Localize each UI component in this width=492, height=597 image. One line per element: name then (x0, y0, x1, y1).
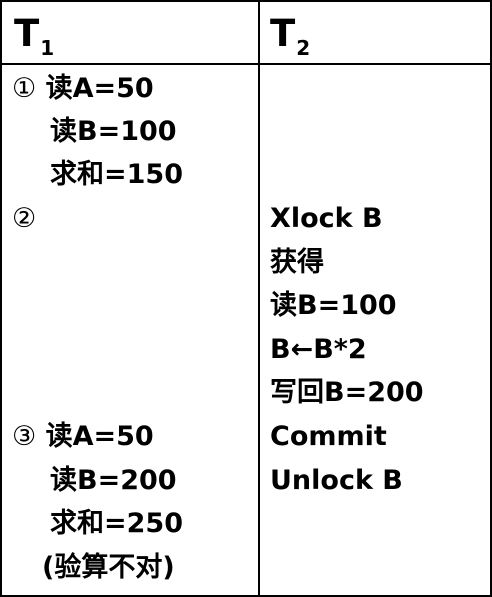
column-divider (258, 2, 260, 597)
header-t2-sub: 2 (296, 36, 311, 60)
t2-line7: Unlock B (270, 465, 403, 496)
header-t1: T1 (14, 10, 54, 58)
t1-step2-line1: ② (12, 200, 36, 238)
t2-line2: 获得 (270, 247, 324, 278)
t1-step3-line4: (验算不对) (42, 552, 175, 583)
t1-step1-line2: 读B=100 (50, 116, 177, 147)
step1-marker: ① (12, 73, 37, 104)
header-t1-sub: 1 (40, 36, 55, 60)
t1-step3-line2: 读B=200 (50, 465, 177, 496)
t1-step3-line1: ③ 读A=50 (12, 418, 154, 456)
header-t2: T2 (270, 10, 310, 58)
t2-line4: B←B*2 (270, 334, 367, 365)
step3-marker: ③ (12, 421, 37, 452)
step2-marker: ② (12, 203, 37, 234)
t1-step3-text: 读A=50 (45, 421, 154, 452)
t2-line3: 读B=100 (270, 290, 397, 321)
t1-step1-line1: ① 读A=50 (12, 70, 154, 108)
t2-line6: Commit (270, 421, 387, 452)
header-t1-main: T (14, 12, 40, 55)
header-t2-main: T (270, 12, 296, 55)
transaction-table: T1 T2 ① 读A=50 读B=100 求和=150 ② ③ 读A=50 读B… (0, 0, 492, 597)
t1-step1-text: 读A=50 (45, 73, 154, 104)
header-divider (2, 63, 490, 65)
t2-line5: 写回B=200 (270, 377, 424, 408)
t2-line1: Xlock B (270, 203, 383, 234)
t1-step3-line3: 求和=250 (50, 508, 183, 539)
t1-step1-line3: 求和=150 (50, 159, 183, 190)
